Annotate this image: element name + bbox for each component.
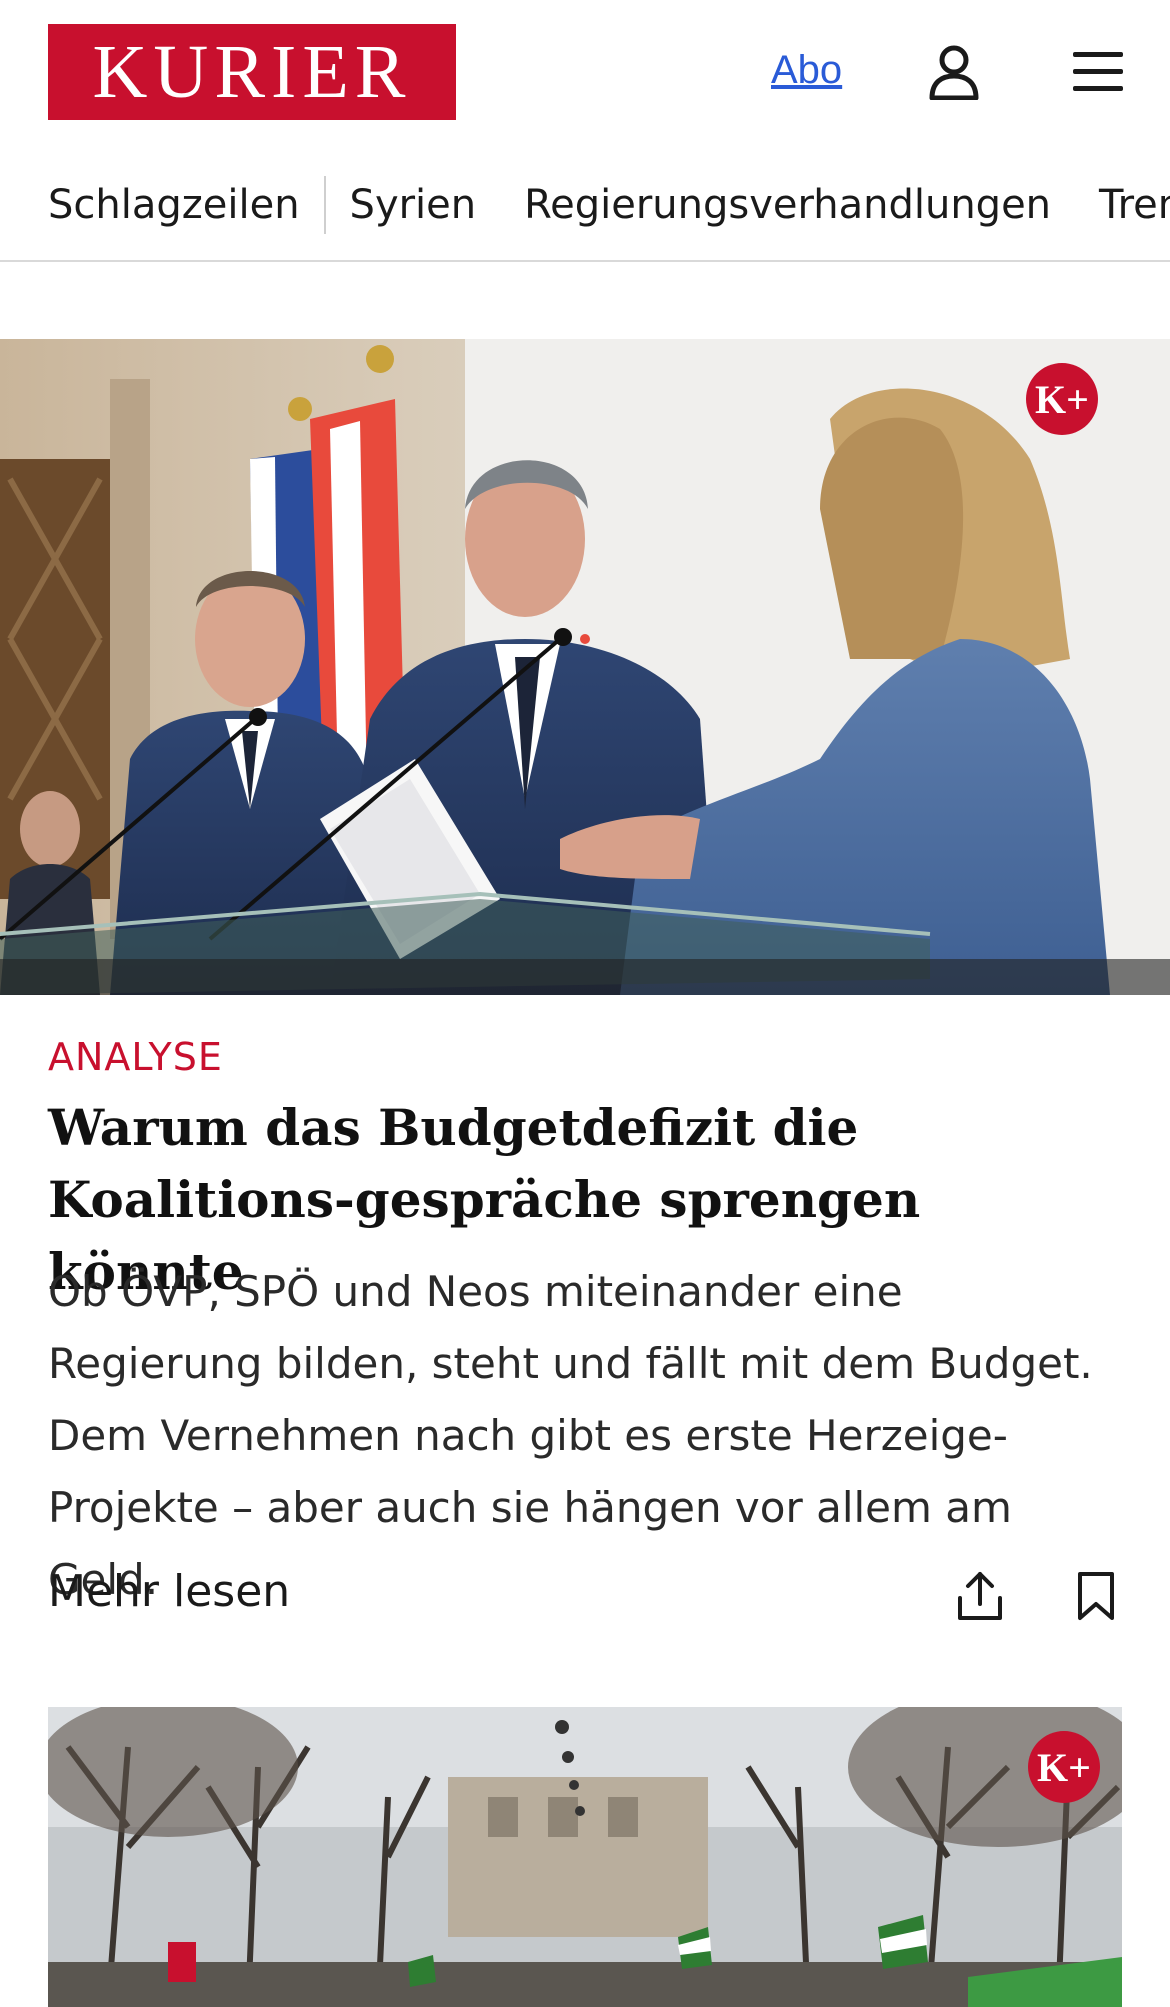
share-button[interactable] (948, 1564, 1012, 1628)
kplus-badge-text: K+ (1035, 376, 1089, 422)
nav-divider (323, 176, 326, 234)
nav-item-syrien[interactable]: Syrien (350, 174, 477, 236)
share-icon (958, 1572, 1002, 1620)
article-image-second[interactable]: K+ (48, 1707, 1122, 2007)
nav-item-trend[interactable]: Trend (1099, 174, 1170, 236)
menu-button[interactable] (1066, 40, 1130, 104)
menu-icon (1073, 52, 1123, 91)
bookmark-button[interactable] (1064, 1564, 1128, 1628)
nav-item-schlagzeilen[interactable]: Schlagzeilen (48, 174, 300, 236)
kplus-badge: K+ (1028, 1731, 1100, 1803)
article-kicker: ANALYSE (48, 1035, 223, 1079)
site-header: KURIER Abo (0, 0, 1170, 145)
read-more-link[interactable]: Mehr lesen (48, 1566, 290, 1617)
kplus-badge: K+ (1026, 363, 1098, 435)
street-demonstration-photo (48, 1707, 1122, 2007)
topic-nav-list: Schlagzeilen Syrien Regierungsverhandlun… (48, 174, 1170, 236)
abo-link[interactable]: Abo (771, 48, 842, 93)
kurier-logo[interactable]: KURIER (48, 24, 456, 120)
user-icon (929, 45, 979, 100)
article-teaser[interactable]: Ob ÖVP, SPÖ und Neos miteinander eine Re… (48, 1256, 1128, 1616)
topic-nav: Schlagzeilen Syrien Regierungsverhandlun… (0, 160, 1170, 262)
kplus-badge-text: K+ (1037, 1744, 1091, 1790)
nav-item-regierungsverhandlungen[interactable]: Regierungsverhandlungen (524, 174, 1051, 236)
account-button[interactable] (922, 40, 986, 104)
bookmark-icon (1078, 1572, 1114, 1620)
press-conference-photo (0, 339, 1170, 995)
article-hero-image[interactable]: K+ (0, 339, 1170, 995)
